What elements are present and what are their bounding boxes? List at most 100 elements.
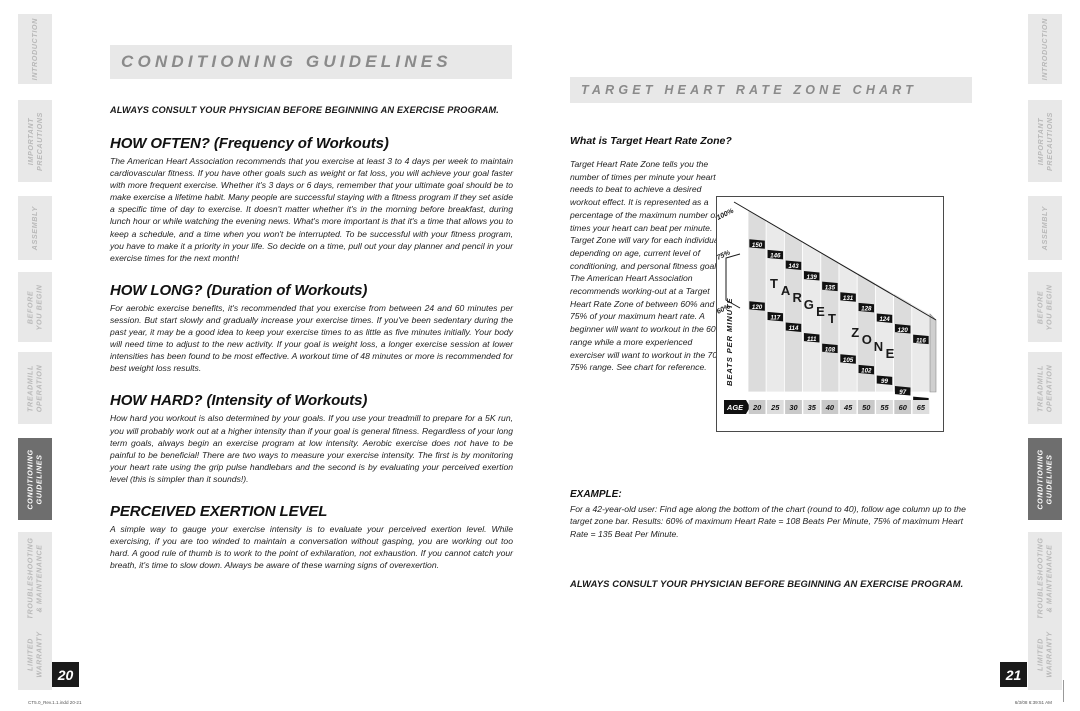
sidebar-tabs-right: INTRODUCTION IMPORTANT PRECAUTIONS ASSEMBLY… bbox=[1028, 0, 1062, 690]
svg-text:105: 105 bbox=[843, 357, 854, 364]
chart-value-60-40: 108 bbox=[822, 343, 838, 353]
chart-zone-letter: T bbox=[828, 311, 836, 326]
section-body-perceived-exertion: A simple way to gauge your exercise inte… bbox=[110, 523, 513, 571]
chart-column-65 bbox=[911, 302, 931, 393]
chart-zone-letter: E bbox=[816, 304, 825, 319]
chart-age-label-30: 30 bbox=[789, 403, 798, 412]
svg-text:120: 120 bbox=[898, 327, 909, 334]
sidebar-tab-important-precautions[interactable]: IMPORTANT PRECAUTIONS bbox=[18, 100, 52, 182]
chart-value-75-55: 124 bbox=[876, 313, 893, 323]
svg-text:139: 139 bbox=[807, 274, 818, 281]
chart-age-header: AGE bbox=[724, 400, 750, 414]
chart-zone-letter: R bbox=[793, 290, 803, 305]
chart-value-75-25: 146 bbox=[767, 249, 784, 260]
svg-text:128: 128 bbox=[861, 306, 872, 313]
left-page-title: CONDITIONING GUIDELINES bbox=[121, 52, 452, 71]
page-number-left: 20 bbox=[52, 662, 79, 687]
chart-value-75-65: 116 bbox=[913, 334, 929, 344]
chart-value-75-45: 131 bbox=[840, 292, 856, 302]
sidebar-tab-conditioning-guidelines[interactable]: CONDITIONING GUIDELINES bbox=[18, 438, 52, 520]
svg-text:131: 131 bbox=[843, 295, 854, 302]
section-heading-how-long: HOW LONG? (Duration of Workouts) bbox=[110, 281, 368, 299]
sidebar-tab-label: BEFORE YOU BEGIN bbox=[25, 284, 44, 330]
sidebar-tab-label: LIMITED WARRANTY bbox=[1035, 630, 1054, 678]
section-heading-how-often: HOW OFTEN? (Frequency of Workouts) bbox=[110, 135, 389, 152]
sidebar-tab-label: BEFORE YOU BEGIN bbox=[1035, 284, 1054, 330]
chart-value-60-30: 114 bbox=[785, 322, 802, 332]
chart-zone-letter: T bbox=[770, 276, 778, 291]
section-body-how-hard: How hard you workout is also determined … bbox=[110, 413, 513, 484]
chart-column-25 bbox=[765, 219, 785, 393]
sidebar-tabs-left: INTRODUCTION IMPORTANT PRECAUTIONS ASSEMBLY… bbox=[18, 0, 52, 690]
manual-spread: INTRODUCTION IMPORTANT PRECAUTIONS ASSEMBLY… bbox=[0, 0, 1080, 711]
chart-percent-label-75: 75% bbox=[716, 249, 732, 262]
chart-column-60 bbox=[893, 292, 913, 393]
chart-value-60-45: 105 bbox=[840, 354, 856, 364]
sidebar-tab-treadmill-operation[interactable]: TREADMILL OPERATION bbox=[18, 352, 52, 424]
sidebar-tab-troubleshooting-maintenance[interactable]: TROUBLESHOOTING & MAINTENANCE bbox=[1028, 532, 1062, 624]
chart-age-label-20: 20 bbox=[752, 403, 762, 412]
chart-percent-label-100: 100% bbox=[716, 207, 736, 221]
example-block: EXAMPLE: For a 42-year-old user: Find ag… bbox=[570, 489, 973, 540]
svg-text:97: 97 bbox=[899, 389, 906, 396]
right-subheading: What is Target Heart Rate Zone? bbox=[570, 135, 732, 147]
svg-text:102: 102 bbox=[861, 368, 872, 375]
sidebar-tab-label: INTRODUCTION bbox=[29, 17, 39, 81]
sidebar-tab-label: CONDITIONING GUIDELINES bbox=[1035, 448, 1054, 510]
left-disclaimer: ALWAYS CONSULT YOUR PHYSICIAN BEFORE BEG… bbox=[110, 105, 499, 115]
svg-text:111: 111 bbox=[807, 336, 817, 343]
chart-zone-letter: A bbox=[781, 283, 791, 298]
sidebar-tab-label: TROUBLESHOOTING & MAINTENANCE bbox=[1035, 536, 1054, 620]
sidebar-tab-before-you-begin[interactable]: BEFORE YOU BEGIN bbox=[1028, 272, 1062, 342]
sidebar-tab-assembly[interactable]: ASSEMBLY bbox=[1028, 196, 1062, 260]
sidebar-tab-limited-warranty[interactable]: LIMITED WARRANTY bbox=[18, 618, 52, 690]
chart-zone-letter: N bbox=[874, 339, 883, 354]
sidebar-tab-label: INTRODUCTION bbox=[1039, 17, 1049, 81]
chart-age-label-40: 40 bbox=[825, 403, 835, 412]
sidebar-tab-conditioning-guidelines[interactable]: CONDITIONING GUIDELINES bbox=[1028, 438, 1062, 520]
sidebar-tab-label: ASSEMBLY bbox=[29, 205, 39, 251]
svg-text:99: 99 bbox=[881, 378, 888, 385]
section-heading-how-hard: HOW HARD? (Intensity of Workouts) bbox=[110, 392, 368, 410]
sidebar-tab-important-precautions[interactable]: IMPORTANT PRECAUTIONS bbox=[1028, 100, 1062, 182]
chart-value-60-55: 99 bbox=[876, 375, 893, 385]
chart-value-60-35: 111 bbox=[803, 333, 820, 343]
sidebar-tab-assembly[interactable]: ASSEMBLY bbox=[18, 196, 52, 260]
svg-text:146: 146 bbox=[770, 253, 781, 260]
svg-text:AGE: AGE bbox=[726, 403, 744, 412]
sidebar-tab-label: CONDITIONING GUIDELINES bbox=[25, 448, 44, 510]
svg-text:116: 116 bbox=[916, 337, 926, 344]
chart-column-30 bbox=[784, 230, 803, 393]
example-title: EXAMPLE: bbox=[570, 489, 622, 500]
chart-value-75-35: 139 bbox=[803, 271, 820, 281]
example-body: For a 42-year-old user: Find age along t… bbox=[570, 504, 966, 539]
sidebar-tab-before-you-begin[interactable]: BEFORE YOU BEGIN bbox=[18, 272, 52, 342]
chart-age-label-35: 35 bbox=[808, 403, 817, 412]
chart-value-60-20: 120 bbox=[749, 301, 765, 311]
svg-text:143: 143 bbox=[788, 263, 799, 270]
target-heart-rate-chart: 100% 75% 60% T A R G E T Z O N E 150 146 143 139 135 131 12… bbox=[716, 196, 944, 432]
sidebar-tab-label: LIMITED WARRANTY bbox=[25, 630, 44, 678]
left-page-banner: CONDITIONING GUIDELINES bbox=[110, 45, 512, 79]
right-intro-paragraph: Target Heart Rate Zone tells you the num… bbox=[570, 159, 724, 373]
chart-value-75-30: 143 bbox=[785, 260, 802, 270]
right-page-banner: TARGET HEART RATE ZONE CHART bbox=[570, 77, 972, 103]
sidebar-tab-limited-warranty[interactable]: LIMITED WARRANTY bbox=[1028, 618, 1062, 690]
crop-mark bbox=[1063, 680, 1064, 702]
sidebar-tab-introduction[interactable]: INTRODUCTION bbox=[18, 14, 52, 84]
chart-graphic: 100%75%60%T A R G E TZ O N E15014614313913513112… bbox=[716, 201, 937, 414]
svg-text:135: 135 bbox=[825, 284, 836, 291]
sidebar-tab-introduction[interactable]: INTRODUCTION bbox=[1028, 14, 1062, 84]
chart-slab-edge bbox=[929, 313, 937, 393]
sidebar-tab-label: TREADMILL OPERATION bbox=[25, 364, 44, 412]
chart-value-75-60: 120 bbox=[894, 324, 911, 334]
sidebar-tab-label: IMPORTANT PRECAUTIONS bbox=[1035, 111, 1054, 171]
chart-value-60-60: 97 bbox=[894, 386, 911, 396]
chart-zone-letter: E bbox=[886, 346, 895, 361]
sidebar-tab-treadmill-operation[interactable]: TREADMILL OPERATION bbox=[1028, 352, 1062, 424]
page-number-right: 21 bbox=[1000, 662, 1027, 687]
print-mark-left: CT5.0_Rev.1.1.indd 20-21 bbox=[28, 700, 82, 705]
sidebar-tab-label: IMPORTANT PRECAUTIONS bbox=[25, 111, 44, 171]
sidebar-tab-troubleshooting-maintenance[interactable]: TROUBLESHOOTING & MAINTENANCE bbox=[18, 532, 52, 624]
svg-text:108: 108 bbox=[825, 346, 836, 353]
